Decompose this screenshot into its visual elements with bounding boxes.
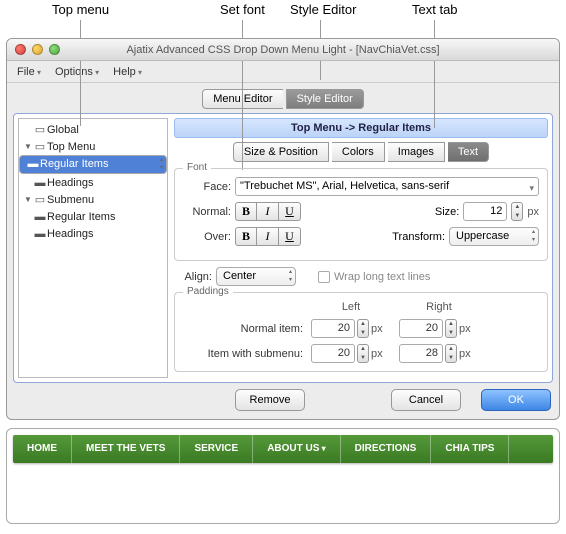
size-stepper[interactable]: ▲▼ <box>511 202 523 221</box>
underline-button[interactable]: U <box>279 202 301 221</box>
tab-text[interactable]: Text <box>448 142 489 162</box>
tab-style-editor[interactable]: Style Editor <box>286 89 364 109</box>
align-select[interactable]: Center <box>216 267 296 286</box>
pad-stepper[interactable]: ▲▼ <box>445 319 457 338</box>
face-value: "Trebuchet MS", Arial, Helvetica, sans-s… <box>240 180 449 192</box>
pad-normal-left[interactable]: 20 <box>311 319 355 338</box>
breadcrumb: Top Menu -> Regular Items <box>174 118 548 138</box>
tree-label: Headings <box>47 228 93 240</box>
tab-size-position[interactable]: Size & Position <box>233 142 329 162</box>
transform-label: Transform: <box>392 231 445 243</box>
italic-button[interactable]: I <box>257 227 279 246</box>
size-unit: px <box>527 206 539 218</box>
menu-options[interactable]: Options <box>49 63 105 81</box>
bold-button[interactable]: B <box>235 227 257 246</box>
menubar: File Options Help <box>7 61 559 83</box>
tree-label: Top Menu <box>47 141 95 153</box>
tree-label: Regular Items <box>47 211 115 223</box>
annotation-set-font: Set font <box>220 2 265 17</box>
over-label: Over: <box>183 231 231 243</box>
font-group: Font Face: "Trebuchet MS", Arial, Helvet… <box>174 168 548 261</box>
cancel-button[interactable]: Cancel <box>391 389 461 411</box>
tree-global[interactable]: ▭Global <box>19 121 167 138</box>
button-bar: Remove Cancel OK <box>13 383 553 413</box>
paddings-legend: Paddings <box>183 286 233 297</box>
tree-top-menu[interactable]: ▼▭Top Menu <box>19 138 167 155</box>
pad-stepper[interactable]: ▲▼ <box>357 319 369 338</box>
split-pane: ▭Global ▼▭Top Menu ▬Regular Items ▬Headi… <box>13 113 553 383</box>
tree-regular-items[interactable]: ▬Regular Items <box>19 155 167 174</box>
tree-label: Headings <box>47 177 93 189</box>
unit: px <box>371 323 383 335</box>
nav-about[interactable]: ABOUT US <box>253 435 340 463</box>
wrap-checkbox[interactable] <box>318 271 330 283</box>
annotation-line <box>80 20 81 126</box>
transform-value: Uppercase <box>456 230 509 242</box>
unit: px <box>459 348 471 360</box>
window-title: Ajatix Advanced CSS Drop Down Menu Light… <box>7 44 559 56</box>
annotation-text-tab: Text tab <box>412 2 458 17</box>
tab-images[interactable]: Images <box>388 142 445 162</box>
tab-colors[interactable]: Colors <box>332 142 385 162</box>
transform-select[interactable]: Uppercase <box>449 227 539 246</box>
pad-sub-left[interactable]: 20 <box>311 344 355 363</box>
tree-label: Regular Items <box>40 156 108 173</box>
nav-tips[interactable]: CHIA TIPS <box>431 435 509 463</box>
pad-left-header: Left <box>311 301 391 313</box>
nav-service[interactable]: SERVICE <box>180 435 253 463</box>
preview-pane: HOME MEET THE VETS SERVICE ABOUT US DIRE… <box>6 428 560 524</box>
align-value: Center <box>223 270 256 282</box>
ok-button[interactable]: OK <box>481 389 551 411</box>
editor-panel: Top Menu -> Regular Items Size & Positio… <box>174 118 548 378</box>
unit: px <box>459 323 471 335</box>
font-legend: Font <box>183 162 211 173</box>
nav-preview: HOME MEET THE VETS SERVICE ABOUT US DIRE… <box>13 435 553 463</box>
bold-button[interactable]: B <box>235 202 257 221</box>
annotation-top-menu: Top menu <box>52 2 109 17</box>
pad-normal-right[interactable]: 20 <box>399 319 443 338</box>
main-tabs: Menu Editor Style Editor <box>13 89 553 109</box>
tree-submenu[interactable]: ▼▭Submenu <box>19 191 167 208</box>
tree-label: Global <box>47 124 79 136</box>
nav-vets[interactable]: MEET THE VETS <box>72 435 180 463</box>
size-field[interactable]: 12 <box>463 202 507 221</box>
nav-home[interactable]: HOME <box>13 435 72 463</box>
size-label: Size: <box>435 206 459 218</box>
app-window: Ajatix Advanced CSS Drop Down Menu Light… <box>6 38 560 420</box>
menu-file[interactable]: File <box>11 63 47 81</box>
annotation-layer: Top menu Set font Style Editor Text tab <box>0 0 566 38</box>
tree-sub-regular[interactable]: ▬Regular Items <box>19 208 167 225</box>
window-body: Menu Editor Style Editor ▭Global ▼▭Top M… <box>7 83 559 419</box>
normal-item-label: Normal item: <box>183 323 303 335</box>
pad-stepper[interactable]: ▲▼ <box>445 344 457 363</box>
remove-button[interactable]: Remove <box>235 389 305 411</box>
normal-label: Normal: <box>183 206 231 218</box>
nav-directions[interactable]: DIRECTIONS <box>341 435 432 463</box>
face-label: Face: <box>183 181 231 193</box>
underline-button[interactable]: U <box>279 227 301 246</box>
pad-right-header: Right <box>399 301 479 313</box>
normal-style-seg: B I U <box>235 202 301 221</box>
tree-sub-headings[interactable]: ▬Headings <box>19 225 167 242</box>
wrap-label: Wrap long text lines <box>334 271 430 283</box>
face-combo[interactable]: "Trebuchet MS", Arial, Helvetica, sans-s… <box>235 177 539 196</box>
align-label: Align: <box>176 271 212 283</box>
pad-stepper[interactable]: ▲▼ <box>357 344 369 363</box>
unit: px <box>371 348 383 360</box>
italic-button[interactable]: I <box>257 202 279 221</box>
annotation-style-editor: Style Editor <box>290 2 356 17</box>
over-style-seg: B I U <box>235 227 301 246</box>
tree-view: ▭Global ▼▭Top Menu ▬Regular Items ▬Headi… <box>18 118 168 378</box>
submenu-item-label: Item with submenu: <box>183 348 303 360</box>
titlebar: Ajatix Advanced CSS Drop Down Menu Light… <box>7 39 559 61</box>
menu-help[interactable]: Help <box>107 63 148 81</box>
pad-sub-right[interactable]: 28 <box>399 344 443 363</box>
sub-tabs: Size & Position Colors Images Text <box>174 142 548 162</box>
tree-label: Submenu <box>47 194 94 206</box>
tree-headings[interactable]: ▬Headings <box>19 174 167 191</box>
paddings-group: Paddings Left Right Normal item: 20▲▼px … <box>174 292 548 372</box>
annotation-line <box>434 20 435 128</box>
